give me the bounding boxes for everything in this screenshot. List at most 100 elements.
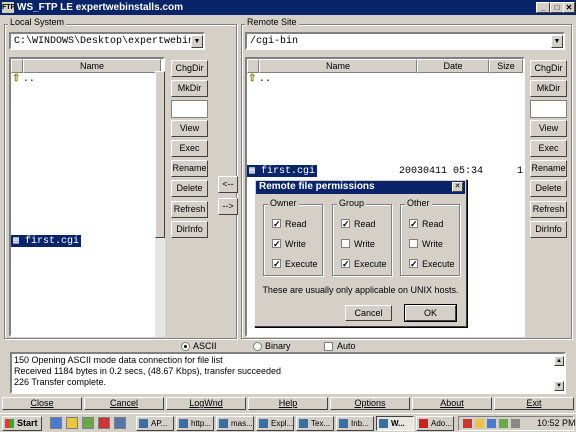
local-column-icon[interactable] bbox=[11, 59, 23, 73]
task-button[interactable]: Inb... bbox=[336, 416, 374, 431]
remote-chgdir-button[interactable]: ChgDir bbox=[530, 60, 567, 77]
tray-icon[interactable] bbox=[475, 419, 484, 428]
remote-refresh-button[interactable]: Refresh bbox=[530, 201, 567, 218]
log-area[interactable]: 150 Opening ASCII mode data connection f… bbox=[10, 352, 566, 394]
perm-checkbox[interactable]: ✓ bbox=[409, 219, 418, 229]
outlook-icon[interactable] bbox=[66, 417, 78, 429]
binary-label: Binary bbox=[265, 341, 291, 351]
dialog-note: These are usually only applicable on UNI… bbox=[262, 285, 459, 295]
remote-column-size[interactable]: Size bbox=[489, 59, 523, 73]
local-scroll-thumb[interactable] bbox=[155, 71, 165, 238]
tray-icon[interactable] bbox=[487, 419, 496, 428]
local-file-list[interactable]: Name ⇧ .. ▦ first.cgi bbox=[9, 57, 165, 337]
close-button[interactable]: Close bbox=[2, 397, 82, 410]
binary-radio[interactable] bbox=[253, 342, 262, 351]
chevron-down-icon[interactable]: ▼ bbox=[551, 35, 563, 48]
local-refresh-button[interactable]: Refresh bbox=[171, 201, 208, 218]
local-file-name: first.cgi bbox=[25, 236, 80, 247]
ascii-label: ASCII bbox=[193, 341, 217, 351]
start-button[interactable]: Start bbox=[2, 416, 42, 431]
local-path-combo[interactable]: C:\WINDOWS\Desktop\expertwebins ▼ bbox=[9, 32, 205, 50]
perm-checkbox[interactable] bbox=[409, 239, 418, 248]
remote-delete-button[interactable]: Delete bbox=[530, 180, 567, 197]
perm-checkbox[interactable]: ✓ bbox=[341, 259, 350, 269]
task-button[interactable]: Tex... bbox=[296, 416, 334, 431]
remote-file-date: 20030411 05:34 bbox=[399, 166, 484, 177]
dialog-title-bar[interactable]: Remote file permissions bbox=[256, 181, 465, 194]
perm-checkbox[interactable]: ✓ bbox=[272, 259, 281, 269]
local-parent-row[interactable]: ⇧ .. bbox=[12, 73, 35, 87]
remote-parent-row[interactable]: ⇧ .. bbox=[248, 73, 271, 87]
remote-file-name: first.cgi bbox=[261, 166, 316, 177]
task-button[interactable]: Ado... bbox=[416, 416, 454, 431]
local-scrollbar[interactable] bbox=[155, 71, 165, 337]
perm-checkbox[interactable]: ✓ bbox=[272, 219, 281, 229]
close-window-button[interactable]: ✕ bbox=[563, 2, 575, 13]
task-app-icon bbox=[419, 419, 428, 428]
local-chgdir-button[interactable]: ChgDir bbox=[171, 60, 208, 77]
transfer-right-button[interactable]: --> bbox=[218, 198, 238, 215]
local-dirinfo-button[interactable]: DirInfo bbox=[171, 221, 208, 238]
remote-column-date[interactable]: Date bbox=[417, 59, 489, 73]
local-mkdir-button[interactable]: MkDir bbox=[171, 80, 208, 97]
ie-icon[interactable] bbox=[50, 417, 62, 429]
perm-checkbox[interactable] bbox=[341, 239, 350, 248]
local-column-name[interactable]: Name bbox=[23, 59, 161, 73]
remote-file-name-cell: ▦ first.cgi bbox=[247, 165, 318, 177]
local-view-button[interactable]: View bbox=[171, 120, 208, 137]
perm-checkbox[interactable]: ✓ bbox=[272, 239, 281, 249]
tray-icon[interactable] bbox=[499, 419, 508, 428]
log-scroll-up-icon[interactable]: ▲ bbox=[554, 356, 564, 366]
quicklaunch-icon[interactable] bbox=[82, 417, 94, 429]
transfer-left-button[interactable]: <-- bbox=[218, 176, 238, 193]
perm-checkbox[interactable]: ✓ bbox=[341, 219, 350, 229]
office-icon[interactable] bbox=[98, 417, 110, 429]
task-button[interactable]: Expl... bbox=[256, 416, 294, 431]
minimize-button[interactable]: _ bbox=[536, 2, 550, 13]
perm-checkbox-label: Execute bbox=[285, 259, 318, 269]
remote-view-button[interactable]: View bbox=[530, 120, 567, 137]
desktop-icon[interactable] bbox=[114, 417, 126, 429]
remote-filter-input[interactable] bbox=[530, 100, 567, 118]
volume-icon[interactable] bbox=[511, 419, 520, 428]
about-button[interactable]: About bbox=[412, 397, 492, 410]
dialog-ok-button[interactable]: OK bbox=[404, 304, 457, 322]
maximize-button[interactable]: □ bbox=[550, 2, 564, 13]
chevron-down-icon[interactable]: ▼ bbox=[191, 35, 203, 48]
local-delete-button[interactable]: Delete bbox=[171, 180, 208, 197]
remote-column-name[interactable]: Name bbox=[259, 59, 417, 73]
task-button[interactable]: http... bbox=[176, 416, 214, 431]
cancel-button[interactable]: Cancel bbox=[84, 397, 164, 410]
dialog-close-button[interactable]: ✕ bbox=[452, 182, 463, 192]
remote-file-row[interactable]: ▦ first.cgi 20030411 05:34 1 bbox=[247, 165, 523, 179]
local-filter-input[interactable] bbox=[171, 100, 208, 118]
task-button[interactable]: mas... bbox=[216, 416, 254, 431]
exit-button[interactable]: Exit bbox=[494, 397, 574, 410]
remote-dirinfo-button[interactable]: DirInfo bbox=[530, 221, 567, 238]
remote-path-combo[interactable]: /cgi-bin ▼ bbox=[245, 32, 565, 50]
task-button[interactable]: AP... bbox=[136, 416, 174, 431]
task-button-active[interactable]: W... bbox=[376, 416, 414, 431]
remote-column-icon[interactable] bbox=[247, 59, 259, 73]
logwnd-button[interactable]: LogWnd bbox=[166, 397, 246, 410]
perm-checkbox[interactable]: ✓ bbox=[409, 259, 418, 269]
remote-exec-button[interactable]: Exec bbox=[530, 140, 567, 157]
ascii-radio[interactable] bbox=[181, 342, 190, 351]
perm-group-label: Group bbox=[337, 198, 367, 208]
tray-icon[interactable] bbox=[463, 419, 472, 428]
task-app-icon bbox=[379, 419, 388, 428]
log-scroll-down-icon[interactable]: ▼ bbox=[554, 381, 564, 391]
auto-checkbox[interactable] bbox=[324, 342, 333, 351]
dialog-cancel-button[interactable]: Cancel bbox=[345, 305, 392, 321]
local-exec-button[interactable]: Exec bbox=[171, 140, 208, 157]
remote-mkdir-button[interactable]: MkDir bbox=[530, 80, 567, 97]
perm-checkbox-label: Read bbox=[422, 219, 444, 229]
help-button[interactable]: Help bbox=[248, 397, 328, 410]
local-rename-button[interactable]: Rename bbox=[171, 160, 208, 177]
perm-checkbox-label: Read bbox=[285, 219, 307, 229]
window-title: WS_FTP LE expertwebinstalls.com bbox=[17, 2, 183, 13]
title-bar[interactable]: FTP WS_FTP LE expertwebinstalls.com _ □ … bbox=[0, 0, 576, 15]
options-button[interactable]: Options bbox=[330, 397, 410, 410]
local-file-first-cgi[interactable]: ▦ first.cgi bbox=[11, 235, 82, 247]
remote-rename-button[interactable]: Rename bbox=[530, 160, 567, 177]
